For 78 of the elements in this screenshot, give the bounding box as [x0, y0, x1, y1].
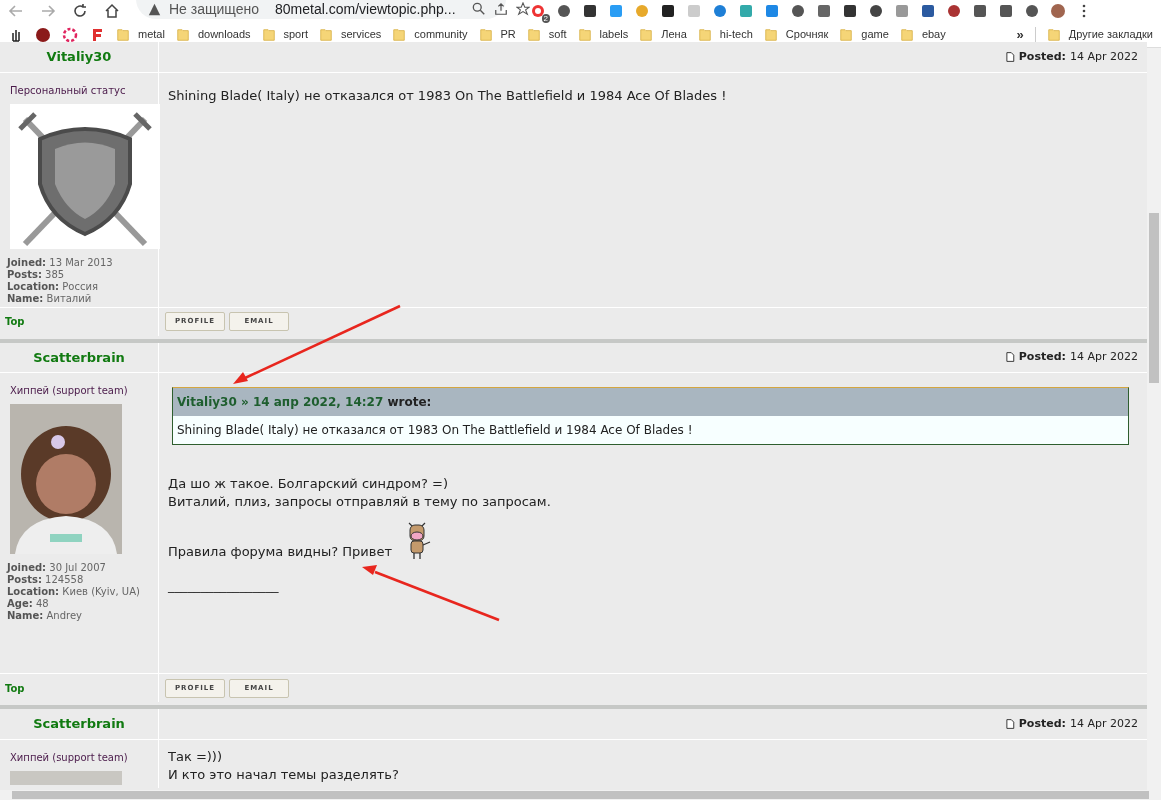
- profile-field: Joined: 30 Jul 2007: [7, 562, 151, 574]
- profile-field: Name: Виталий: [7, 292, 151, 305]
- user-rank: Персональный статус: [9, 83, 127, 98]
- quote-wrote-label: wrote:: [387, 395, 432, 409]
- bookmark[interactable]: Другие закладки: [1046, 26, 1153, 43]
- bookmark[interactable]: labels: [577, 26, 629, 43]
- folder-icon: [116, 27, 130, 42]
- profile-field: Posts: 385: [7, 268, 151, 281]
- bookmark[interactable]: downloads: [175, 26, 251, 43]
- posted-label: Posted:: [1018, 48, 1066, 65]
- home-icon[interactable]: [104, 3, 120, 19]
- bookmark[interactable]: sport: [261, 26, 308, 43]
- bookmark[interactable]: game: [839, 26, 889, 43]
- posted-label: Posted:: [1018, 349, 1066, 365]
- user-rank: Хиппей (support team): [9, 750, 129, 765]
- page-icon: [1004, 351, 1015, 364]
- bookmark[interactable]: metal: [116, 26, 165, 43]
- bookmark[interactable]: ebay: [899, 26, 946, 43]
- bookmark[interactable]: services: [318, 26, 382, 43]
- author-name[interactable]: Vitaliy30: [0, 42, 159, 72]
- post-text: Да шо ж такое. Болгарский синдром? =): [168, 475, 450, 493]
- star-icon[interactable]: [515, 2, 530, 16]
- extension-badge: 2: [541, 14, 550, 23]
- bookmark[interactable]: community: [392, 26, 468, 43]
- share-icon[interactable]: [493, 2, 508, 16]
- horizontal-scrollbar[interactable]: [0, 790, 1161, 800]
- bookmark[interactable]: Лена: [639, 26, 687, 43]
- extension-icon[interactable]: [998, 3, 1014, 19]
- extension-icon[interactable]: [660, 3, 676, 19]
- extension-icon[interactable]: [946, 3, 962, 19]
- bookmark[interactable]: Срочняк: [763, 26, 829, 43]
- url-text: 80metal.com/viewtopic.php...: [275, 0, 456, 19]
- flower-icon[interactable]: [62, 26, 78, 43]
- post-text: Так =))): [168, 747, 223, 766]
- reload-icon[interactable]: [72, 3, 88, 19]
- bookmark[interactable]: soft: [526, 26, 567, 43]
- post-date: 14 Apr 2022: [1070, 48, 1138, 65]
- extension-icon[interactable]: [790, 3, 806, 19]
- profile-field: Location: Россия: [7, 280, 151, 293]
- author-name[interactable]: Scatterbrain: [0, 342, 159, 372]
- security-label: Не защищено: [169, 0, 259, 19]
- more-bookmarks-button[interactable]: »: [1016, 24, 1024, 45]
- bookmark[interactable]: PR: [478, 26, 516, 43]
- post-text: Виталий, плиз, запросы отправляй в тему по запросам.: [168, 493, 552, 511]
- post-text: Правила форума видны? Привет: [168, 543, 393, 561]
- post-date: 14 Apr 2022: [1070, 349, 1138, 365]
- posted-label: Posted:: [1018, 715, 1066, 732]
- profile-field: Name: Andrey: [7, 610, 151, 622]
- vertical-scrollbar[interactable]: [1147, 48, 1161, 790]
- zoom-icon[interactable]: [471, 2, 486, 16]
- profile-field: Posts: 124558: [7, 574, 151, 586]
- top-link[interactable]: Top: [0, 307, 159, 336]
- extension-icon[interactable]: [972, 3, 988, 19]
- user-rank: Хиппей (support team): [9, 384, 129, 398]
- extension-icon[interactable]: [868, 3, 884, 19]
- extension-icon[interactable]: [1024, 3, 1040, 19]
- page-icon: [1004, 717, 1015, 730]
- extension-icon[interactable]: [582, 3, 598, 19]
- extension-icon[interactable]: [530, 3, 546, 19]
- profile-field: Age: 48: [7, 598, 151, 610]
- profile-field: Joined: 13 Mar 2013: [7, 256, 151, 269]
- post-text: И кто это начал темы разделять?: [168, 765, 400, 784]
- page-icon: [1004, 50, 1015, 63]
- extension-icon[interactable]: [842, 3, 858, 19]
- profile-field: Location: Киев (Kyiv, UA): [7, 586, 151, 598]
- quote-text: Shining Blade( Italy) не отказался от 1983 On The Battlefield и 1984 Ace Of Blades !: [173, 416, 1128, 444]
- extension-icon[interactable]: [920, 3, 936, 19]
- avatar-icon[interactable]: [1050, 3, 1066, 19]
- signature-rule: _________________: [168, 577, 280, 595]
- author-name[interactable]: Scatterbrain: [0, 709, 159, 739]
- extension-icon[interactable]: [556, 3, 572, 19]
- quote-author: Vitaliy30 » 14 апр 2022, 14:27: [177, 395, 384, 409]
- app-icon[interactable]: [35, 26, 51, 43]
- bookmark[interactable]: hi-tech: [697, 26, 753, 43]
- warning-icon: [148, 2, 161, 16]
- post-date: 14 Apr 2022: [1070, 715, 1138, 732]
- post-text: Shining Blade( Italy) не отказался от 1983 On The Battlefield и 1984 Ace Of Blades !: [168, 86, 728, 105]
- top-link[interactable]: Top: [0, 674, 159, 702]
